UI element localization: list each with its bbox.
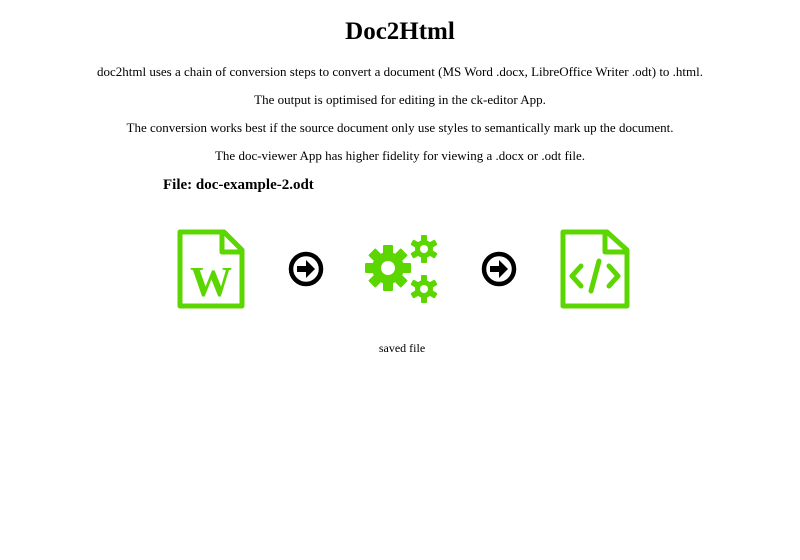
page-title: Doc2Html xyxy=(345,18,455,45)
html-code-file-icon xyxy=(560,229,630,309)
description-line-2: The output is optimised for editing in t… xyxy=(254,92,546,107)
description-line-3: The conversion works best if the source … xyxy=(126,120,674,135)
file-name: doc-example-2.odt xyxy=(195,177,314,193)
description-line-1: doc2html uses a chain of conversion step… xyxy=(96,64,704,79)
file-info: File: doc-example-2.odt xyxy=(163,177,314,194)
arrow-right-circle-icon xyxy=(481,251,517,287)
status-message: saved file xyxy=(378,341,426,355)
arrow-right-circle-icon xyxy=(288,251,324,287)
description-line-4: The doc-viewer App has higher fidelity f… xyxy=(214,148,586,163)
gears-icon xyxy=(365,235,438,303)
word-icon-letter: W xyxy=(190,260,232,306)
word-document-icon: W xyxy=(177,229,245,309)
file-label: File: xyxy=(163,177,193,193)
